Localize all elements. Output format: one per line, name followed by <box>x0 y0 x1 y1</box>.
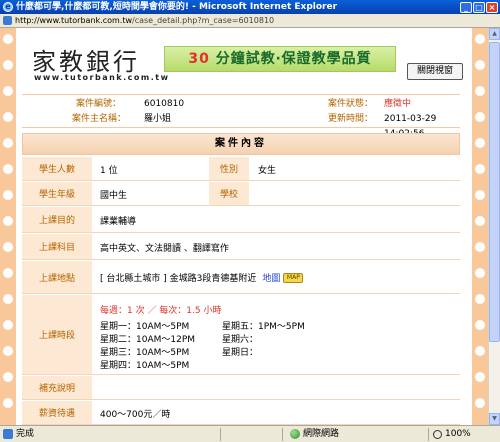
internet-zone-icon <box>290 429 300 439</box>
frequency-value: 每週：1 次 ／ 每次：1.5 小時 <box>100 306 222 316</box>
page-icon <box>3 16 12 25</box>
zone-text: 網際網路 <box>303 429 340 439</box>
page-viewport: 家教銀行 www.tutorbank.com.tw 30 分鐘試教‧保證教學品質… <box>0 28 488 425</box>
map-link[interactable]: 地圖 <box>262 271 280 284</box>
gender-value: 女生 <box>258 165 277 176</box>
purpose-value: 課業輔導 <box>100 216 137 227</box>
table-row: 補充說明 <box>22 376 460 400</box>
site-logo: 家教銀行 <box>32 48 140 76</box>
status-bar: 完成 網際網路 100% <box>0 425 500 442</box>
pay-value: 400～700元／時 <box>100 409 171 420</box>
site-url-text: www.tutorbank.com.tw <box>34 73 170 82</box>
table-row: 薪資待遇 400～700元／時 <box>22 401 460 425</box>
zoom-control[interactable]: 100% <box>433 426 471 442</box>
address-url[interactable]: http://www.tutorbank.com.tw/case_detail.… <box>15 16 274 25</box>
case-detail-page: 家教銀行 www.tutorbank.com.tw 30 分鐘試教‧保證教學品質… <box>16 28 472 425</box>
status-value: 應徵中 <box>384 99 412 109</box>
vertical-scrollbar[interactable]: ▲ ▼ <box>488 28 500 425</box>
location-value: [ 台北縣土城市 ] 金城路3段青德基附近 地圖 MAP <box>100 261 304 294</box>
table-row: 上課時段 每週：1 次 ／ 每次：1.5 小時 星期一：10AM～5PM 星期二… <box>22 295 460 375</box>
close-window-button[interactable]: × <box>486 1 498 13</box>
status-label: 案件狀態： <box>328 99 374 109</box>
window-titlebar: e 什麼都可學,什麼都可教,短時間學會你要的! - Microsoft Inte… <box>0 0 500 14</box>
table-row: 上課地點 [ 台北縣土城市 ] 金城路3段青德基附近 地圖 MAP <box>22 261 460 294</box>
purpose-label: 上課目的 <box>22 207 92 232</box>
done-icon <box>3 429 13 439</box>
case-no-value: 6010810 <box>144 99 185 109</box>
scroll-down-icon[interactable]: ▼ <box>489 413 500 425</box>
table-row: 上課科目 高中英文、文法閱讀 、翻譯寫作 <box>22 234 460 260</box>
students-value: 1 位 <box>100 165 118 176</box>
grade-value: 國中生 <box>100 190 128 201</box>
ie-icon: e <box>3 2 13 12</box>
table-row: 上課目的 課業輔導 <box>22 207 460 233</box>
subjects-value: 高中英文、文法閱讀 、翻譯寫作 <box>100 243 229 254</box>
gender-label: 性別 <box>209 157 249 180</box>
case-no-label: 案件編號： <box>76 99 122 109</box>
time-label: 上課時段 <box>22 295 92 374</box>
close-page-button[interactable]: 關閉視窗 <box>407 63 463 80</box>
school-label: 學校 <box>209 182 249 205</box>
zoom-icon <box>433 429 442 439</box>
schedule-left-column: 星期一：10AM～5PM 星期二：10AM～12PM 星期三：10AM～5PM … <box>100 322 196 371</box>
section-title: 案件內容 <box>22 133 460 155</box>
minimize-button[interactable]: _ <box>460 1 472 13</box>
right-film-border <box>472 28 488 425</box>
updated-label: 更新時間： <box>328 114 374 124</box>
status-text: 完成 <box>16 429 35 439</box>
table-row: 學生人數 1 位 性別 女生 <box>22 157 460 181</box>
schedule-right-column: 星期五：1PM～5PM 星期六： 星期日： <box>222 322 305 358</box>
students-label: 學生人數 <box>22 157 92 180</box>
table-row: 學生年級 國中生 學校 <box>22 182 460 206</box>
scroll-thumb[interactable] <box>489 42 500 342</box>
address-bar[interactable]: http://www.tutorbank.com.tw/case_detail.… <box>0 14 500 28</box>
maximize-button[interactable]: □ <box>473 1 485 13</box>
owner-label: 案件主名稱： <box>72 114 127 124</box>
pay-label: 薪資待遇 <box>22 401 92 424</box>
promo-banner: 30 分鐘試教‧保證教學品質 <box>164 46 396 72</box>
window-title: 什麼都可學,什麼都可教,短時間學會你要的! - Microsoft Intern… <box>16 2 338 12</box>
owner-value: 羅小姐 <box>144 114 172 124</box>
grade-label: 學生年級 <box>22 182 92 205</box>
case-info-box: 案件編號： 6010810 案件狀態： 應徵中 案件主名稱： 羅小姐 更新時間：… <box>22 94 460 139</box>
zoom-level: 100% <box>445 429 471 439</box>
left-film-border <box>0 28 16 425</box>
location-label: 上課地點 <box>22 261 92 293</box>
subjects-label: 上課科目 <box>22 234 92 259</box>
scroll-up-icon[interactable]: ▲ <box>489 28 500 40</box>
map-icon[interactable]: MAP <box>283 272 304 283</box>
notes-label: 補充說明 <box>22 376 92 399</box>
